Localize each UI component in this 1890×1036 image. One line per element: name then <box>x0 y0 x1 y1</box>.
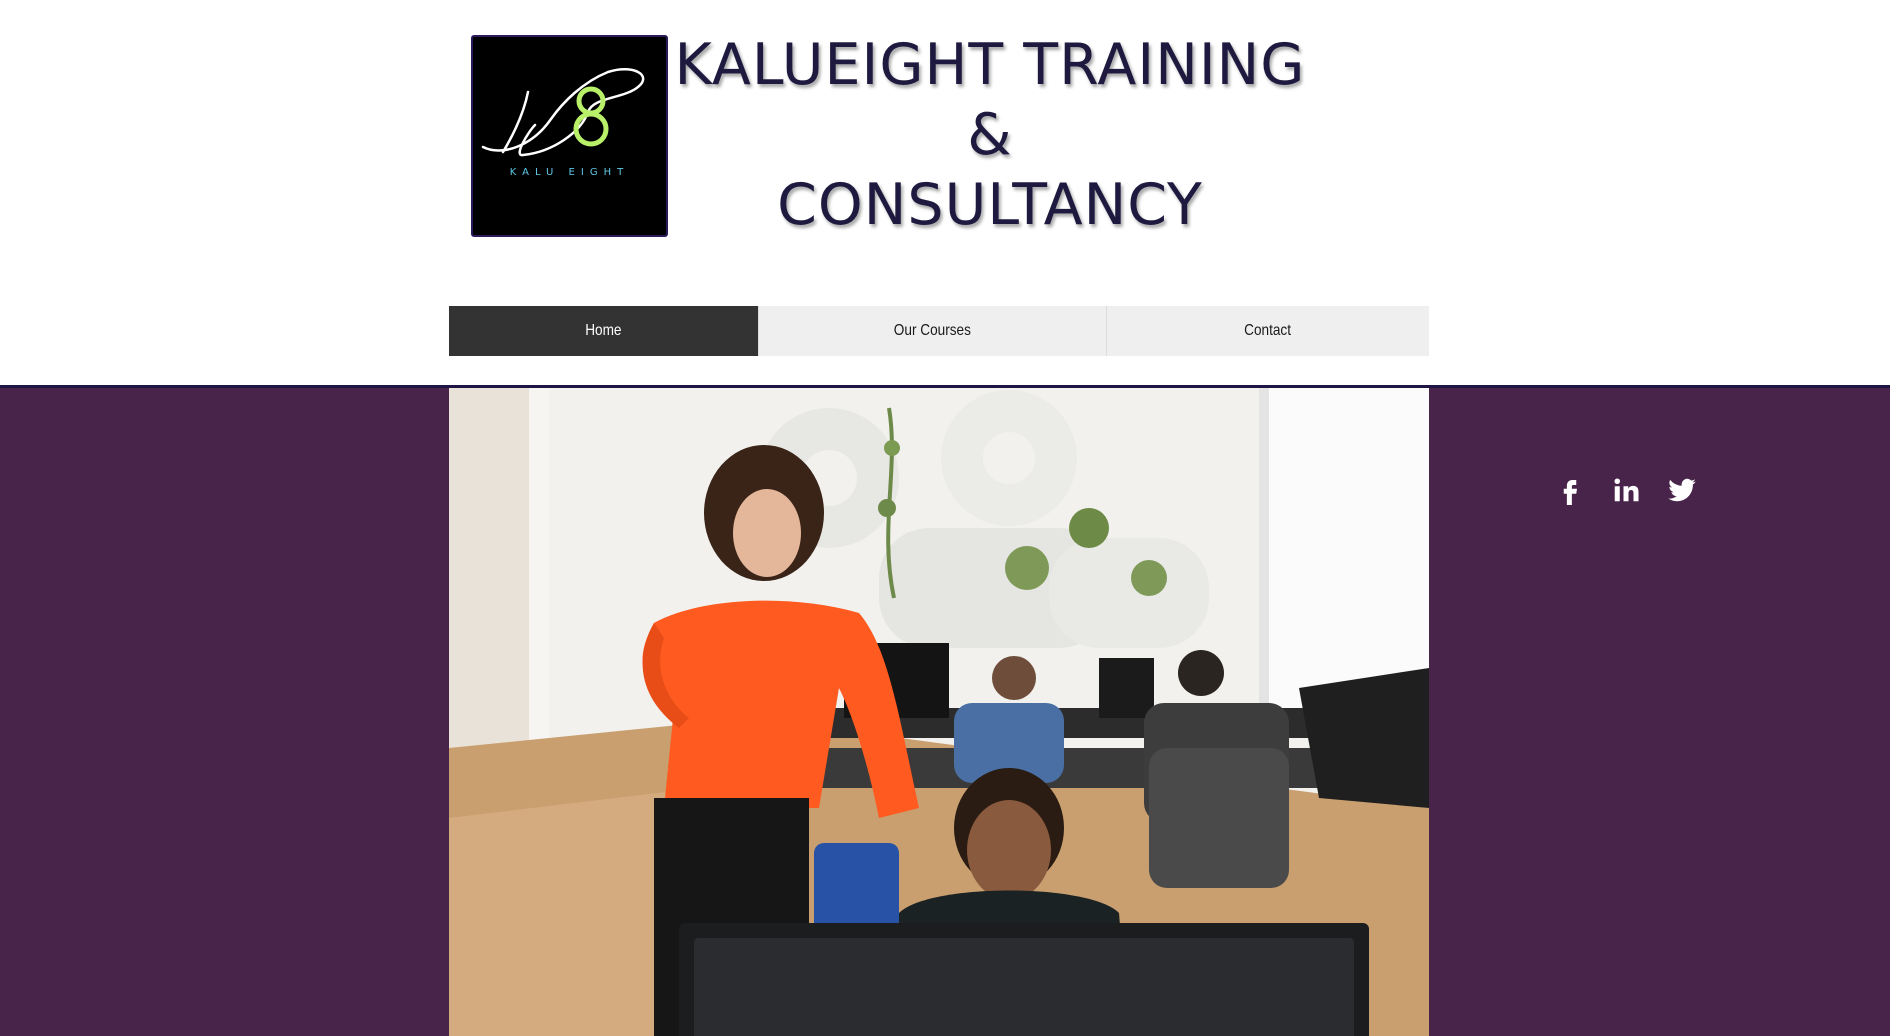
site-title: KALUEIGHT TRAINING & CONSULTANCY <box>655 30 1325 240</box>
site-logo[interactable]: KALU EIGHT <box>471 35 668 237</box>
title-line-1: KALUEIGHT TRAINING <box>674 32 1306 98</box>
linkedin-icon[interactable] <box>1611 475 1641 505</box>
office-photo-illustration <box>449 388 1429 1036</box>
hero-image <box>449 388 1429 1036</box>
k8-logo-icon <box>481 68 645 157</box>
nav-item-contact[interactable]: Contact <box>1245 306 1292 356</box>
nav-courses-cell[interactable]: Our Courses <box>759 306 1107 356</box>
title-line-2: & <box>967 102 1013 168</box>
site-header: KALU EIGHT KALUEIGHT TRAINING & CONSULTA… <box>0 0 1890 385</box>
nav-item-home[interactable]: Home <box>585 306 621 356</box>
nav-home-cell[interactable]: Home <box>449 306 759 356</box>
main-nav: Home Our Courses Contact <box>449 306 1429 356</box>
logo-caption: KALU EIGHT <box>509 167 630 178</box>
twitter-icon[interactable] <box>1667 475 1697 505</box>
facebook-icon[interactable] <box>1555 475 1585 505</box>
nav-item-our-courses[interactable]: Our Courses <box>894 306 971 356</box>
title-line-3: CONSULTANCY <box>777 172 1203 238</box>
nav-contact-cell[interactable]: Contact <box>1107 306 1429 356</box>
social-bar <box>1555 475 1697 505</box>
